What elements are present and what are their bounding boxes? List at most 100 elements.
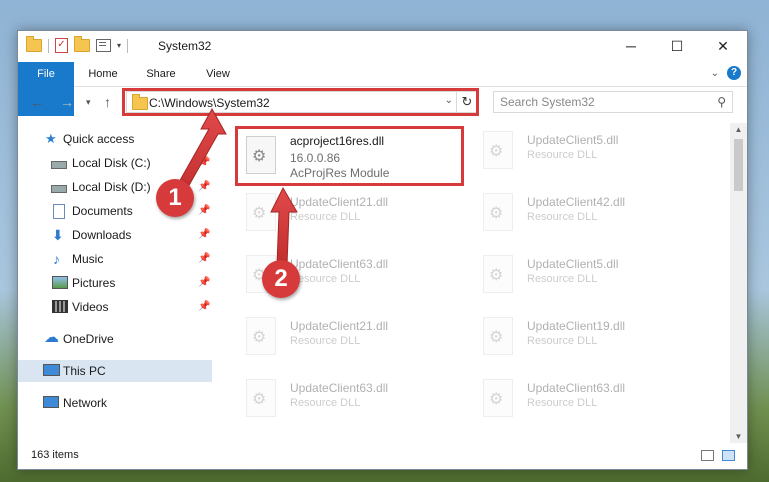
file-item[interactable]: UpdateClient63.dll Resource DLL (475, 371, 700, 425)
dll-file-icon (483, 131, 513, 169)
expand-ribbon-icon[interactable]: ⌄ (711, 68, 719, 79)
folder-icon (132, 94, 148, 110)
up-arrow-icon[interactable]: ↑ (104, 94, 111, 110)
forward-arrow-icon[interactable]: → (60, 94, 74, 110)
callout-two-badge: 2 (262, 260, 300, 298)
customize-toolbar-arrow-icon[interactable]: ▾ (117, 41, 121, 50)
pin-icon[interactable]: 📌 (198, 248, 210, 270)
search-icon: ⚲ (717, 95, 726, 109)
tab-view[interactable]: View (193, 62, 243, 86)
file-type: Resource DLL (527, 149, 598, 161)
properties-check-icon[interactable]: ✓ (55, 38, 68, 53)
drive-icon (51, 185, 67, 193)
file-version: 16.0.0.86 (290, 151, 341, 165)
dll-file-icon (483, 255, 513, 293)
pin-icon[interactable]: 📌 (198, 224, 210, 246)
file-name: acproject16res.dll (290, 134, 385, 148)
dll-file-icon (483, 379, 513, 417)
file-name: UpdateClient21.dll (290, 195, 389, 209)
divider (127, 38, 129, 53)
search-input[interactable]: Search System32 ⚲ (493, 91, 733, 113)
refresh-icon[interactable]: ↻ (456, 92, 477, 112)
navigation-pane: ★ Quick access Local Disk (C:) 📌 Local D… (18, 123, 212, 443)
sidebar-item-this-pc[interactable]: This PC (18, 360, 212, 382)
pin-icon[interactable]: 📌 (198, 296, 210, 318)
minimize-button[interactable]: ─ (608, 31, 654, 62)
sidebar-item-music[interactable]: ♪ Music 📌 (18, 248, 212, 270)
file-name: UpdateClient5.dll (527, 133, 619, 147)
file-item-acproject16res[interactable]: acproject16res.dll 16.0.0.86 AcProjRes M… (238, 128, 463, 182)
window-title: System32 (158, 39, 212, 53)
maximize-button[interactable]: ☐ (654, 31, 700, 62)
sidebar-item-downloads[interactable]: ⬇ Downloads 📌 (18, 224, 212, 246)
tab-share[interactable]: Share (136, 62, 186, 86)
chevron-down-icon[interactable]: ⌄ (445, 95, 453, 106)
document-icon (53, 204, 65, 219)
vertical-scrollbar[interactable]: ▲ ▼ (730, 123, 747, 443)
folder-icon[interactable] (26, 36, 42, 52)
cloud-icon: ☁ (44, 329, 59, 346)
download-icon: ⬇ (52, 227, 64, 243)
pin-icon[interactable]: 📌 (198, 200, 210, 222)
file-type: Resource DLL (290, 273, 361, 285)
file-type: Resource DLL (527, 397, 598, 409)
back-arrow-icon[interactable]: ← (30, 94, 44, 110)
sidebar-item-pictures[interactable]: Pictures 📌 (18, 272, 212, 294)
address-path[interactable]: C:\Windows\System32 (149, 96, 270, 110)
sidebar-item-videos[interactable]: Videos 📌 (18, 296, 212, 318)
close-button[interactable]: ✕ (700, 31, 746, 62)
pin-icon[interactable]: 📌 (198, 176, 210, 198)
file-item[interactable]: UpdateClient5.dll Resource DLL (475, 123, 700, 177)
file-item[interactable]: UpdateClient63.dll Resource DLL (238, 371, 463, 425)
music-icon: ♪ (53, 251, 60, 267)
dll-file-icon (246, 136, 276, 174)
help-icon[interactable]: ? (727, 66, 741, 80)
scrollbar-thumb[interactable] (734, 139, 743, 191)
tab-home[interactable]: Home (78, 62, 128, 86)
file-name: UpdateClient63.dll (290, 381, 389, 395)
search-placeholder: Search System32 (500, 95, 595, 109)
pin-icon[interactable]: 📌 (198, 152, 210, 174)
file-name: UpdateClient19.dll (527, 319, 626, 333)
pin-icon[interactable]: 📌 (198, 272, 210, 294)
file-item[interactable]: UpdateClient42.dll Resource DLL (475, 185, 700, 239)
explorer-window: ✓ ▾ System32 ─ ☐ ✕ File Home Share View … (17, 30, 748, 470)
sidebar-item-quick-access[interactable]: ★ Quick access (18, 128, 212, 150)
item-count: 163 items (31, 449, 79, 461)
file-type: Resource DLL (290, 335, 361, 347)
star-icon: ★ (45, 131, 57, 146)
title-bar: ✓ ▾ System32 ─ ☐ ✕ (18, 31, 747, 62)
properties-icon[interactable] (96, 39, 111, 52)
new-folder-icon[interactable] (74, 36, 90, 52)
recent-locations-icon[interactable]: ▾ (86, 97, 91, 108)
file-type: Resource DLL (527, 335, 598, 347)
sidebar-item-onedrive[interactable]: ☁ OneDrive (18, 328, 212, 350)
status-bar: 163 items (18, 441, 747, 469)
details-view-icon[interactable] (701, 450, 714, 461)
file-item[interactable]: UpdateClient5.dll Resource DLL (475, 247, 700, 301)
file-type: Resource DLL (527, 211, 598, 223)
pictures-icon (52, 276, 68, 289)
file-item[interactable]: UpdateClient21.dll Resource DLL (238, 185, 463, 239)
video-icon (52, 300, 68, 313)
scroll-down-icon[interactable]: ▼ (730, 432, 747, 441)
file-type: Resource DLL (527, 273, 598, 285)
address-bar[interactable]: C:\Windows\System32 ⌄ ↻ (126, 91, 478, 113)
navigation-bar: ← → ▾ ↑ C:\Windows\System32 ⌄ ↻ Search S… (18, 86, 747, 121)
callout-one-badge: 1 (156, 179, 194, 217)
sidebar-item-network[interactable]: Network (18, 392, 212, 414)
dll-file-icon (246, 193, 276, 231)
dll-file-icon (483, 317, 513, 355)
dll-file-icon (246, 317, 276, 355)
file-name: UpdateClient21.dll (290, 319, 389, 333)
file-item[interactable]: UpdateClient19.dll Resource DLL (475, 309, 700, 363)
file-type: Resource DLL (290, 211, 361, 223)
sidebar-item-local-disk-c[interactable]: Local Disk (C:) 📌 (18, 152, 212, 174)
file-type: Resource DLL (290, 397, 361, 409)
dll-file-icon (246, 379, 276, 417)
scroll-up-icon[interactable]: ▲ (730, 125, 747, 134)
drive-icon (51, 161, 67, 169)
file-item[interactable]: UpdateClient21.dll Resource DLL (238, 309, 463, 363)
file-name: UpdateClient63.dll (290, 257, 389, 271)
large-icons-view-icon[interactable] (722, 450, 735, 461)
